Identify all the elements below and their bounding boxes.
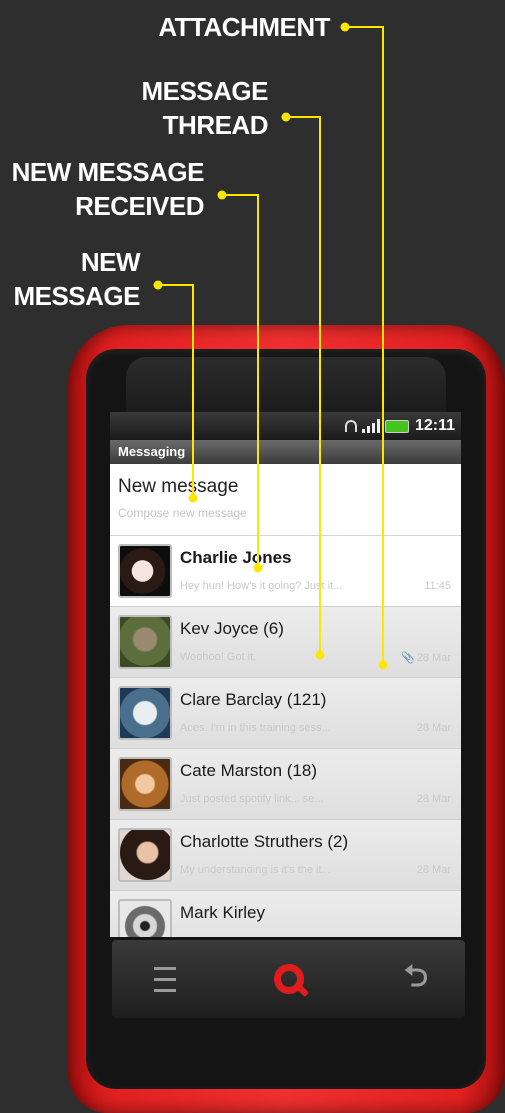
avatar: [118, 757, 172, 811]
signal-icon: [361, 419, 380, 433]
thread-date-with-attachment: 📎 28 Mar: [401, 651, 451, 664]
callout-dot: [281, 112, 291, 122]
search-icon: [274, 964, 304, 994]
thread-contact-name: Clare Barclay (121): [180, 690, 327, 709]
thread-mark-kirley[interactable]: Mark Kirley: [110, 891, 461, 937]
avatar: [118, 899, 172, 937]
paperclip-attachment-icon: 📎: [401, 652, 415, 664]
thread-date: 28 Mar: [416, 722, 451, 734]
thread-preview: Hey hun! How's it going? Just it...: [180, 580, 343, 592]
thread-contact-name: Cate Marston (18): [180, 761, 317, 780]
back-icon[interactable]: ⮌: [396, 940, 436, 1018]
thread-preview: My understanding is it's the it...: [180, 864, 331, 876]
thread-contact-name: Charlotte Struthers (2): [180, 832, 349, 851]
app-title: Messaging: [110, 440, 461, 464]
avatar: [118, 686, 172, 740]
new-message-item[interactable]: New message Compose new message: [110, 464, 461, 536]
phone-screen: 12:11 Messaging New message Compose new …: [110, 412, 461, 937]
thread-date: 11:45: [424, 580, 451, 592]
callout-attachment: ATTACHMENT: [158, 12, 330, 42]
callout-message-thread: MESSAGE THREAD: [141, 76, 268, 140]
callout-new-message-received: NEW MESSAGE RECEIVED: [11, 157, 205, 221]
navigation-bar: ⮌: [112, 940, 465, 1018]
new-message-label: New message: [118, 476, 239, 497]
thread-preview: Aces. I'm in this training sess...: [180, 722, 331, 734]
callout-new-message: NEW MESSAGE: [13, 247, 140, 311]
battery-icon: [384, 419, 409, 433]
thread-contact-name: Mark Kirley: [180, 903, 266, 922]
thread-charlotte-struthers[interactable]: Charlotte Struthers (2) My understanding…: [110, 820, 461, 891]
thread-kev-joyce[interactable]: Kev Joyce (6) Woohoo! Got it. 📎 28 Mar: [110, 607, 461, 678]
avatar: [118, 615, 172, 669]
new-message-hint: Compose new message: [118, 506, 247, 520]
thread-contact-name: Charlie Jones: [180, 548, 292, 567]
callout-dot: [340, 22, 350, 32]
thread-charlie-jones[interactable]: Charlie Jones Hey hun! How's it going? J…: [110, 536, 461, 607]
thread-date: 28 Mar: [416, 864, 451, 876]
search-button[interactable]: [264, 940, 314, 1018]
thread-clare-barclay[interactable]: Clare Barclay (121) Aces. I'm in this tr…: [110, 678, 461, 749]
callout-dot: [217, 190, 227, 200]
status-time: 12:11: [414, 417, 455, 434]
thread-cate-marston[interactable]: Cate Marston (18) Just posted spotify li…: [110, 749, 461, 820]
thread-date: 28 Mar: [416, 652, 451, 664]
thread-preview: Woohoo! Got it.: [180, 651, 257, 663]
callout-dot: [153, 280, 163, 290]
status-bar: 12:11: [110, 412, 461, 440]
thread-contact-name: Kev Joyce (6): [180, 619, 284, 638]
wifi-icon: [344, 420, 357, 432]
thread-preview: Just posted spotify link... se...: [180, 793, 324, 805]
thread-date: 28 Mar: [416, 793, 451, 805]
avatar: [118, 544, 172, 598]
avatar: [118, 828, 172, 882]
menu-icon[interactable]: [150, 940, 180, 1018]
